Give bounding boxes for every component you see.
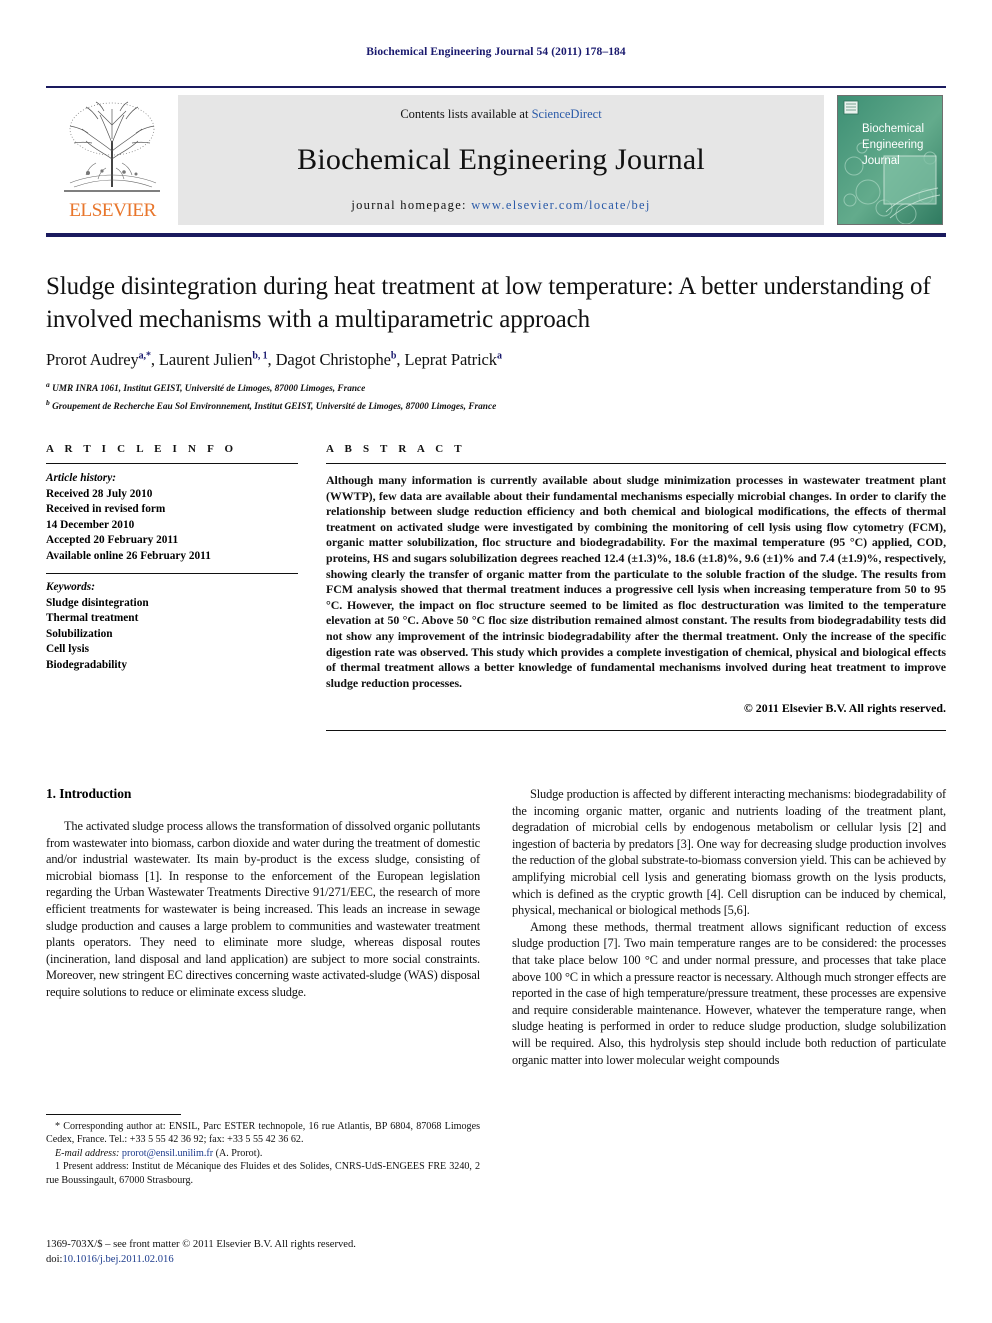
affiliation-item: b Groupement de Recherche Eau Sol Enviro… [46,396,946,414]
cover-artwork: Biochemical Engineering Journal [838,96,942,224]
history-line: Received in revised form [46,503,166,515]
journal-homepage-line: journal homepage: www.elsevier.com/locat… [351,198,650,213]
footnotes-block: * Corresponding author at: ENSIL, Parc E… [46,1114,480,1187]
svg-text:Biochemical: Biochemical [862,123,924,135]
keywords-title: Keywords: [46,581,95,593]
author-affiliation-mark: b [390,350,397,362]
keyword-item: Cell lysis [46,643,89,655]
keyword-item: Biodegradability [46,658,127,671]
masthead-center-band: Contents lists available at ScienceDirec… [178,95,824,225]
abstract-text: Although many information is currently a… [326,473,946,690]
affiliation-mark: b [46,398,50,408]
body-paragraph: The activated sludge process allows the … [46,819,480,999]
author-affiliation-mark: b, 1 [252,350,268,362]
elsevier-tree-icon [64,101,160,192]
affiliation-text: UMR INRA 1061, Institut GEIST, Universit… [52,384,366,395]
masthead-top-rule [46,86,946,88]
author-affiliation-mark: a,* [138,350,151,362]
author-entry: Laurent Julienb, 1 [159,350,268,369]
history-line: Accepted 20 February 2011 [46,534,179,546]
doi-link[interactable]: 10.1016/j.bej.2011.02.016 [62,1254,173,1265]
body-column-right: Sludge production is affected by differe… [512,786,946,1068]
info-abstract-region: A R T I C L E I N F O Article history: R… [46,443,946,732]
footnote-corresponding-author: * Corresponding author at: ENSIL, Parc E… [46,1121,480,1146]
svg-text:Journal: Journal [862,155,900,167]
email-label: E-mail address: [55,1147,120,1159]
journal-cover-thumbnail: Biochemical Engineering Journal [837,95,943,225]
author-entry: Dagot Christopheb [276,350,397,369]
footnote-email: E-mail address: prorot@ensil.unilim.fr (… [46,1147,480,1160]
abstract-column: A B S T R A C T Although many informatio… [326,443,946,732]
footnote-divider [46,1114,181,1115]
keywords-block: Keywords: Sludge disintegration Thermal … [46,573,298,673]
abstract-top-rule [326,463,946,464]
contents-available-line: Contents lists available at ScienceDirec… [400,107,601,122]
history-line: Received 28 July 2010 [46,487,153,500]
body-paragraph: Sludge production is affected by differe… [512,787,946,918]
author-list: Prorot Audreya,*, Laurent Julienb, 1, Da… [46,350,502,369]
elsevier-wordmark: ELSEVIER [68,200,156,221]
email-link[interactable]: prorot@ensil.unilim.fr [122,1148,213,1159]
affiliation-item: a UMR INRA 1061, Institut GEIST, Univers… [46,378,946,396]
footnote-present-address: 1 Present address: Institut de Mécanique… [46,1161,480,1186]
email-suffix: (A. Prorot). [213,1147,263,1159]
affiliations: a UMR INRA 1061, Institut GEIST, Univers… [46,378,946,414]
running-head: Biochemical Engineering Journal 54 (2011… [366,46,626,58]
article-info-divider [46,463,298,464]
journal-title: Biochemical Engineering Journal [297,143,705,176]
journal-article-page: Biochemical Engineering Journal 54 (2011… [0,0,992,1323]
keyword-item: Sludge disintegration [46,596,149,609]
abstract-copyright: © 2011 Elsevier B.V. All rights reserved… [743,701,946,716]
elsevier-logo: ELSEVIER [46,95,178,225]
author-name: Dagot Christophe [275,350,391,369]
article-title: Sludge disintegration during heat treatm… [46,273,931,333]
doi-line: doi:10.1016/j.bej.2011.02.016 [46,1253,546,1268]
author-name: Leprat Patrick [404,350,497,369]
contents-prefix: Contents lists available at [400,107,532,121]
doi-label: doi: [46,1253,63,1265]
imprint-block: 1369-703X/$ – see front matter © 2011 El… [46,1238,546,1267]
body-columns: 1. Introduction The activated sludge pro… [46,786,946,1068]
affiliation-mark: a [46,380,50,389]
author-name: Laurent Julien [158,350,253,369]
affiliation-text: Groupement de Recherche Eau Sol Environn… [52,402,497,413]
abstract-bottom-rule [326,730,946,732]
article-history-title: Article history: [46,472,116,484]
article-info-column: A R T I C L E I N F O Article history: R… [46,443,298,731]
keyword-item: Solubilization [46,627,113,640]
author-name: Prorot Audrey [46,350,139,369]
homepage-label: journal homepage: [351,198,467,212]
author-entry: Leprat Patricka [404,350,502,369]
article-info-heading: A R T I C L E I N F O [46,443,238,455]
author-entry: Prorot Audreya,* [46,350,151,369]
masthead-bottom-rule [46,233,946,237]
homepage-url-link[interactable]: www.elsevier.com/locate/bej [471,198,650,212]
abstract-heading: A B S T R A C T [326,443,466,455]
svg-text:Engineering: Engineering [862,139,923,151]
title-and-authors: Sludge disintegration during heat treatm… [46,270,946,414]
history-line: 14 December 2010 [46,518,135,531]
body-column-left: 1. Introduction The activated sludge pro… [46,786,480,1068]
issn-front-matter: 1369-703X/$ – see front matter © 2011 El… [46,1239,356,1250]
journal-cover-block: Biochemical Engineering Journal [834,95,946,225]
keyword-item: Thermal treatment [46,612,139,624]
history-line: Available online 26 February 2011 [46,549,211,562]
section-heading-introduction: 1. Introduction [46,786,132,801]
sciencedirect-link[interactable]: ScienceDirect [532,107,602,121]
body-paragraph: Among these methods, thermal treatment a… [512,919,946,1067]
keywords-divider [46,573,298,574]
author-affiliation-mark: a [496,350,502,362]
journal-masthead: ELSEVIER Contents lists available at Sci… [46,86,946,237]
